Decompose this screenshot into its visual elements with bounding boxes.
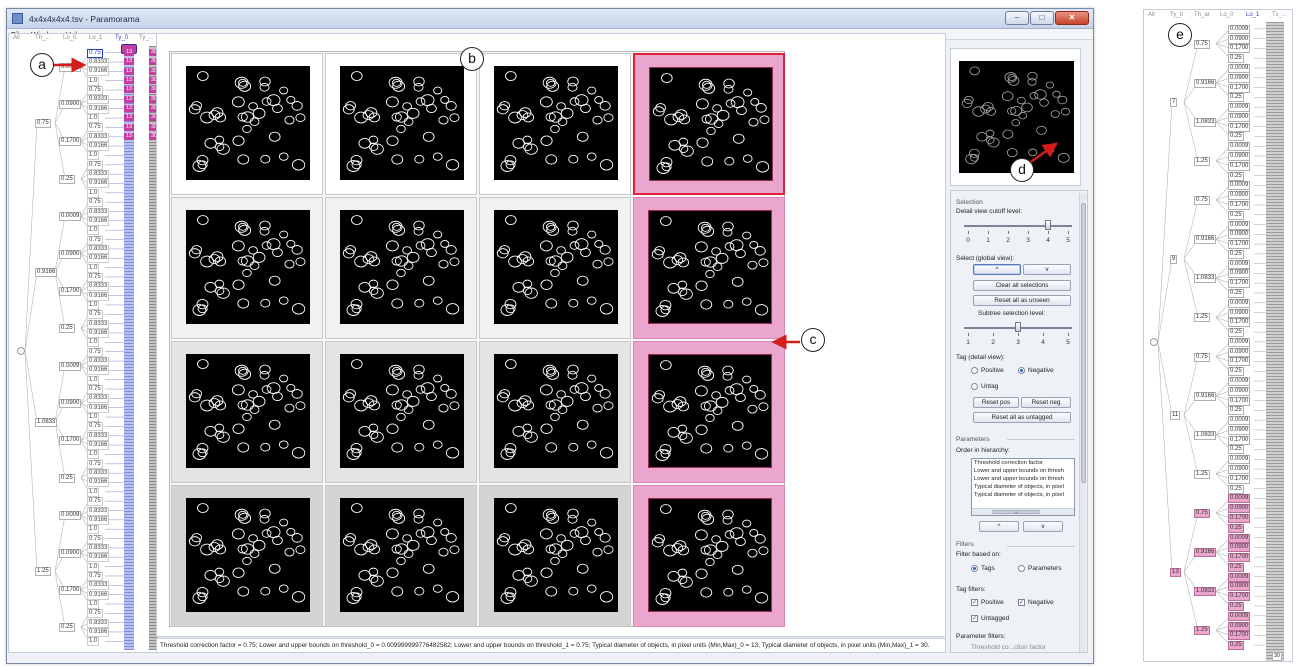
callout-d: d — [1010, 158, 1034, 182]
annotation-arrows — [52, 57, 1059, 350]
callout-b: b — [460, 47, 484, 71]
callout-c: c — [801, 328, 825, 352]
callout-e: e — [1168, 23, 1192, 47]
callout-a: a — [30, 53, 54, 77]
